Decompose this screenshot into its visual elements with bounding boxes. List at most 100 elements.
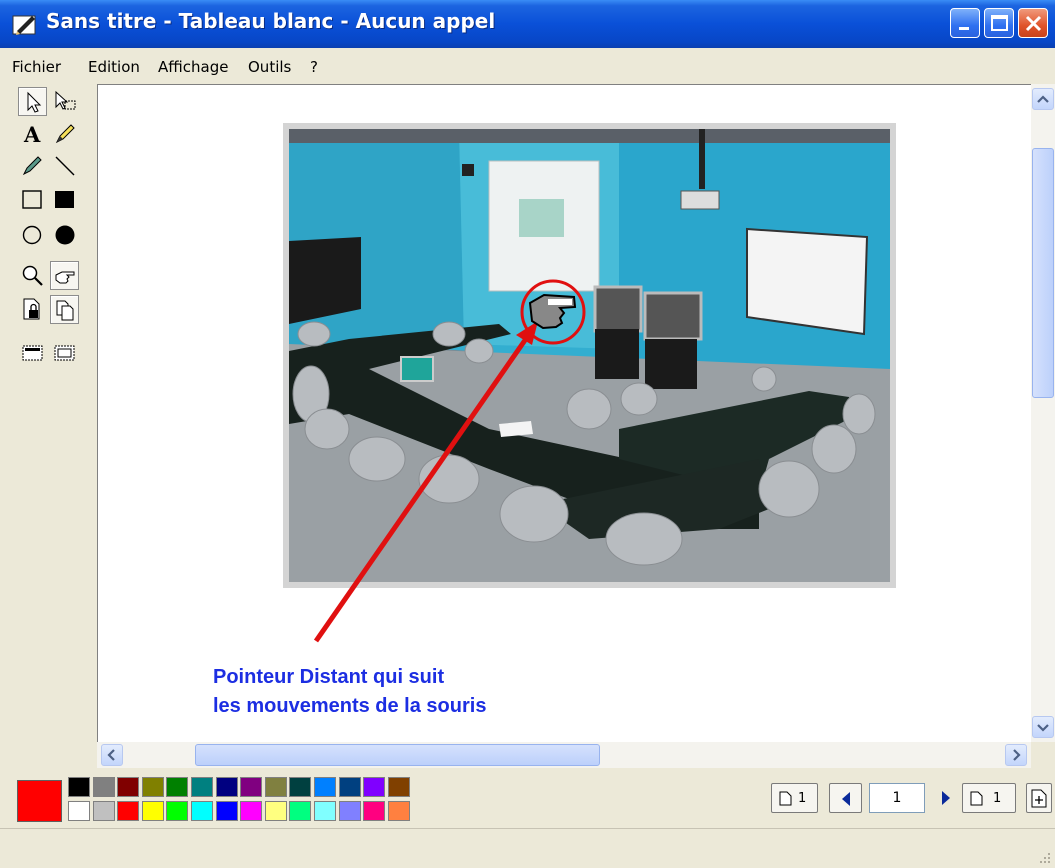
menu-edition[interactable]: Edition <box>88 58 140 76</box>
vertical-scroll-thumb[interactable] <box>1032 148 1054 398</box>
lock-contents-tool[interactable] <box>18 295 47 324</box>
rectangle-filled-icon <box>55 191 74 208</box>
color-swatch[interactable] <box>117 777 139 797</box>
horizontal-scroll-thumb[interactable] <box>195 744 600 766</box>
last-page-button[interactable]: 1 <box>962 783 1016 813</box>
color-swatch[interactable] <box>142 777 164 797</box>
select-region-tool[interactable] <box>50 338 79 367</box>
horizontal-scrollbar[interactable] <box>97 742 1031 768</box>
scroll-down-button[interactable] <box>1032 716 1054 738</box>
scroll-up-button[interactable] <box>1032 88 1054 110</box>
select-area-tool[interactable] <box>50 87 79 116</box>
color-swatch[interactable] <box>216 801 238 821</box>
color-swatch[interactable] <box>166 777 188 797</box>
color-swatch[interactable] <box>216 777 238 797</box>
color-swatch[interactable] <box>314 777 336 797</box>
remote-pointer-tool[interactable] <box>50 261 79 290</box>
chevron-down-icon <box>1037 724 1049 732</box>
remote-pointer-hand-icon <box>528 293 577 330</box>
color-swatch[interactable] <box>265 801 287 821</box>
menu-help[interactable]: ? <box>310 58 318 76</box>
filled-ellipse-tool[interactable] <box>50 220 79 249</box>
annotation-overlay <box>313 279 586 643</box>
color-swatch[interactable] <box>93 801 115 821</box>
current-page-input[interactable]: 1 <box>869 783 925 813</box>
scroll-right-button[interactable] <box>1005 744 1027 766</box>
annotation-line-2: les mouvements de la souris <box>213 695 487 717</box>
new-page-plus-icon <box>1031 789 1047 808</box>
annotation-line-1: Pointeur Distant qui suit <box>213 666 445 688</box>
line-icon <box>55 156 75 176</box>
highlighter-tool[interactable] <box>50 119 79 148</box>
zoom-tool[interactable] <box>18 261 47 290</box>
color-swatch[interactable] <box>388 777 410 797</box>
pen-icon <box>22 156 42 176</box>
pointing-hand-icon <box>55 271 75 284</box>
color-swatch[interactable] <box>363 801 385 821</box>
color-swatch[interactable] <box>191 801 213 821</box>
close-icon <box>1025 15 1042 32</box>
color-swatch[interactable] <box>166 801 188 821</box>
unfilled-ellipse-tool[interactable] <box>18 220 47 249</box>
maximize-button[interactable] <box>984 8 1014 38</box>
color-swatch[interactable] <box>363 777 385 797</box>
filled-rectangle-tool[interactable] <box>50 185 79 214</box>
status-bar <box>0 828 1055 868</box>
first-page-button[interactable]: 1 <box>771 783 818 813</box>
color-swatch[interactable] <box>265 777 287 797</box>
menu-bar: Fichier Edition Affichage Outils ? <box>0 49 1055 83</box>
maximize-icon <box>991 15 1008 31</box>
current-color-swatch <box>17 780 62 822</box>
text-tool[interactable]: A <box>18 119 47 148</box>
scroll-left-button[interactable] <box>101 744 123 766</box>
previous-page-button[interactable] <box>829 783 862 813</box>
menu-outils[interactable]: Outils <box>248 58 291 76</box>
line-tool[interactable] <box>50 151 79 180</box>
color-swatch[interactable] <box>339 801 361 821</box>
title-bar[interactable]: Sans titre - Tableau blanc - Aucun appel <box>0 0 1055 48</box>
triangle-right-icon <box>942 791 950 805</box>
select-window-tool[interactable] <box>18 338 47 367</box>
color-swatch[interactable] <box>142 801 164 821</box>
annotation-text: Pointeur Distant qui suit les mouvements… <box>213 663 486 721</box>
triangle-left-icon <box>842 792 850 806</box>
vertical-scrollbar[interactable] <box>1031 84 1055 742</box>
highlighter-icon <box>55 124 75 144</box>
color-swatch[interactable] <box>314 801 336 821</box>
menu-affichage[interactable]: Affichage <box>158 58 228 76</box>
synchronize-tool[interactable] <box>50 295 79 324</box>
color-swatch[interactable] <box>339 777 361 797</box>
pen-tool[interactable] <box>18 151 47 180</box>
pages-sync-icon <box>56 300 74 321</box>
selector-tool[interactable] <box>18 87 47 116</box>
color-swatch[interactable] <box>191 777 213 797</box>
insert-page-button[interactable] <box>1026 783 1052 813</box>
minimize-button[interactable] <box>950 8 980 38</box>
svg-text:A: A <box>23 122 41 147</box>
resize-grip-icon[interactable] <box>1039 852 1051 864</box>
color-swatch[interactable] <box>93 777 115 797</box>
color-swatch[interactable] <box>289 777 311 797</box>
ellipse-filled-icon <box>55 225 75 245</box>
chevron-right-icon <box>1013 749 1021 761</box>
magnifier-icon <box>22 265 43 286</box>
next-page-button[interactable] <box>932 783 960 813</box>
first-page-label: 1 <box>798 791 807 806</box>
color-swatch[interactable] <box>289 801 311 821</box>
color-swatch[interactable] <box>68 777 90 797</box>
color-swatch[interactable] <box>68 801 90 821</box>
select-area-icon <box>55 90 76 110</box>
whiteboard-canvas[interactable]: Pointeur Distant qui suit les mouvements… <box>97 84 1031 742</box>
unfilled-rectangle-tool[interactable] <box>18 185 47 214</box>
close-button[interactable] <box>1018 8 1048 38</box>
color-swatch[interactable] <box>240 801 262 821</box>
color-swatch[interactable] <box>388 801 410 821</box>
select-region-icon <box>54 345 75 361</box>
menu-fichier[interactable]: Fichier <box>12 58 61 76</box>
page-icon <box>779 791 792 806</box>
ellipse-outline-icon <box>22 225 42 245</box>
color-swatch[interactable] <box>117 801 139 821</box>
tool-palette: A <box>10 84 98 766</box>
select-window-icon <box>22 345 43 361</box>
color-swatch[interactable] <box>240 777 262 797</box>
